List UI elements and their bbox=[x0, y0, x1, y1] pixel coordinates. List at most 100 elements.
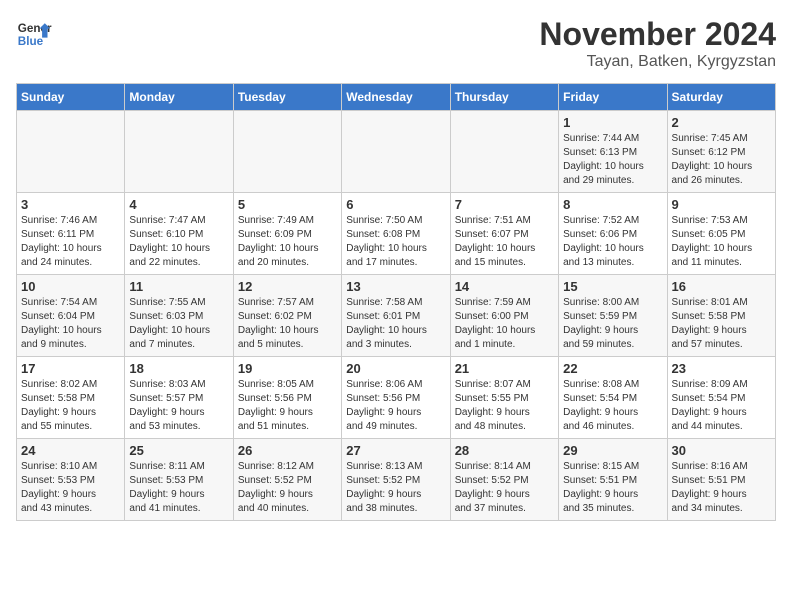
day-number: 16 bbox=[672, 279, 771, 294]
day-info: Sunrise: 7:44 AM Sunset: 6:13 PM Dayligh… bbox=[563, 132, 662, 188]
calendar-cell: 26 Sunrise: 8:12 AM Sunset: 5:52 PM Dayli… bbox=[233, 439, 341, 521]
calendar-cell: 22Sunrise: 8:08 AM Sunset: 5:54 PM Dayli… bbox=[559, 357, 667, 439]
day-number: 23 bbox=[672, 361, 771, 376]
day-info: Sunrise: 8:05 AM Sunset: 5:56 PM Dayligh… bbox=[238, 378, 337, 434]
weekday-header-thursday: Thursday bbox=[450, 84, 558, 111]
day-info: Sunrise: 8:12 AM Sunset: 5:52 PM Dayligh… bbox=[238, 460, 337, 516]
day-number: 22 bbox=[563, 361, 662, 376]
calendar-week-5: 24 Sunrise: 8:10 AM Sunset: 5:53 PM Dayli… bbox=[17, 439, 776, 521]
day-number: 14 bbox=[455, 279, 554, 294]
day-number: 1 bbox=[563, 115, 662, 130]
location: Tayan, Batken, Kyrgyzstan bbox=[539, 53, 776, 71]
title-area: November 2024 Tayan, Batken, Kyrgyzstan bbox=[539, 16, 776, 71]
calendar-cell: 27Sunrise: 8:13 AM Sunset: 5:52 PM Dayli… bbox=[342, 439, 450, 521]
day-info: Sunrise: 7:46 AM Sunset: 6:11 PM Dayligh… bbox=[21, 214, 120, 270]
day-number: 12 bbox=[238, 279, 337, 294]
day-info: Sunrise: 8:01 AM Sunset: 5:58 PM Dayligh… bbox=[672, 296, 771, 352]
calendar-cell: 15Sunrise: 8:00 AM Sunset: 5:59 PM Dayli… bbox=[559, 275, 667, 357]
calendar-cell: 7Sunrise: 7:51 AM Sunset: 6:07 PM Daylig… bbox=[450, 193, 558, 275]
day-info: Sunrise: 7:53 AM Sunset: 6:05 PM Dayligh… bbox=[672, 214, 771, 270]
calendar-cell bbox=[233, 111, 341, 193]
day-info: Sunrise: 8:13 AM Sunset: 5:52 PM Dayligh… bbox=[346, 460, 445, 516]
day-info: Sunrise: 7:49 AM Sunset: 6:09 PM Dayligh… bbox=[238, 214, 337, 270]
day-number: 8 bbox=[563, 197, 662, 212]
day-number: 29 bbox=[563, 443, 662, 458]
day-info: Sunrise: 8:03 AM Sunset: 5:57 PM Dayligh… bbox=[129, 378, 228, 434]
day-info: Sunrise: 7:54 AM Sunset: 6:04 PM Dayligh… bbox=[21, 296, 120, 352]
day-number: 13 bbox=[346, 279, 445, 294]
day-number: 2 bbox=[672, 115, 771, 130]
day-info: Sunrise: 8:15 AM Sunset: 5:51 PM Dayligh… bbox=[563, 460, 662, 516]
weekday-header-friday: Friday bbox=[559, 84, 667, 111]
day-number: 7 bbox=[455, 197, 554, 212]
day-number: 19 bbox=[238, 361, 337, 376]
day-info: Sunrise: 8:10 AM Sunset: 5:53 PM Dayligh… bbox=[21, 460, 120, 516]
calendar-cell bbox=[450, 111, 558, 193]
calendar-cell: 17 Sunrise: 8:02 AM Sunset: 5:58 PM Dayli… bbox=[17, 357, 125, 439]
day-info: Sunrise: 8:02 AM Sunset: 5:58 PM Dayligh… bbox=[21, 378, 120, 434]
weekday-header-monday: Monday bbox=[125, 84, 233, 111]
calendar-cell: 2 Sunrise: 7:45 AM Sunset: 6:12 PM Daylig… bbox=[667, 111, 775, 193]
day-info: Sunrise: 7:50 AM Sunset: 6:08 PM Dayligh… bbox=[346, 214, 445, 270]
weekday-header-wednesday: Wednesday bbox=[342, 84, 450, 111]
day-number: 26 bbox=[238, 443, 337, 458]
day-info: Sunrise: 8:11 AM Sunset: 5:53 PM Dayligh… bbox=[129, 460, 228, 516]
calendar-cell: 23Sunrise: 8:09 AM Sunset: 5:54 PM Dayli… bbox=[667, 357, 775, 439]
logo-icon: General Blue bbox=[16, 16, 52, 52]
day-number: 25 bbox=[129, 443, 228, 458]
logo: General Blue bbox=[16, 16, 52, 52]
day-info: Sunrise: 7:59 AM Sunset: 6:00 PM Dayligh… bbox=[455, 296, 554, 352]
calendar-cell: 5Sunrise: 7:49 AM Sunset: 6:09 PM Daylig… bbox=[233, 193, 341, 275]
day-number: 11 bbox=[129, 279, 228, 294]
day-number: 15 bbox=[563, 279, 662, 294]
day-info: Sunrise: 8:16 AM Sunset: 5:51 PM Dayligh… bbox=[672, 460, 771, 516]
day-number: 9 bbox=[672, 197, 771, 212]
calendar-cell: 9 Sunrise: 7:53 AM Sunset: 6:05 PM Daylig… bbox=[667, 193, 775, 275]
calendar-cell: 12Sunrise: 7:57 AM Sunset: 6:02 PM Dayli… bbox=[233, 275, 341, 357]
day-info: Sunrise: 7:45 AM Sunset: 6:12 PM Dayligh… bbox=[672, 132, 771, 188]
calendar-cell: 14 Sunrise: 7:59 AM Sunset: 6:00 PM Dayli… bbox=[450, 275, 558, 357]
calendar-cell: 18 Sunrise: 8:03 AM Sunset: 5:57 PM Dayli… bbox=[125, 357, 233, 439]
day-number: 17 bbox=[21, 361, 120, 376]
weekday-header-sunday: Sunday bbox=[17, 84, 125, 111]
weekday-header-tuesday: Tuesday bbox=[233, 84, 341, 111]
calendar-cell: 8 Sunrise: 7:52 AM Sunset: 6:06 PM Daylig… bbox=[559, 193, 667, 275]
calendar-cell: 6 Sunrise: 7:50 AM Sunset: 6:08 PM Daylig… bbox=[342, 193, 450, 275]
calendar-cell: 1 Sunrise: 7:44 AM Sunset: 6:13 PM Daylig… bbox=[559, 111, 667, 193]
day-info: Sunrise: 8:06 AM Sunset: 5:56 PM Dayligh… bbox=[346, 378, 445, 434]
calendar-cell: 24 Sunrise: 8:10 AM Sunset: 5:53 PM Dayli… bbox=[17, 439, 125, 521]
day-number: 6 bbox=[346, 197, 445, 212]
calendar-cell: 21Sunrise: 8:07 AM Sunset: 5:55 PM Dayli… bbox=[450, 357, 558, 439]
day-number: 20 bbox=[346, 361, 445, 376]
svg-text:Blue: Blue bbox=[18, 35, 44, 48]
calendar-cell: 10 Sunrise: 7:54 AM Sunset: 6:04 PM Dayli… bbox=[17, 275, 125, 357]
calendar-cell: 11 Sunrise: 7:55 AM Sunset: 6:03 PM Dayli… bbox=[125, 275, 233, 357]
calendar-cell: 29 Sunrise: 8:15 AM Sunset: 5:51 PM Dayli… bbox=[559, 439, 667, 521]
calendar-body: 1 Sunrise: 7:44 AM Sunset: 6:13 PM Daylig… bbox=[17, 111, 776, 521]
calendar-header: SundayMondayTuesdayWednesdayThursdayFrid… bbox=[17, 84, 776, 111]
day-info: Sunrise: 8:14 AM Sunset: 5:52 PM Dayligh… bbox=[455, 460, 554, 516]
day-info: Sunrise: 7:55 AM Sunset: 6:03 PM Dayligh… bbox=[129, 296, 228, 352]
day-info: Sunrise: 7:52 AM Sunset: 6:06 PM Dayligh… bbox=[563, 214, 662, 270]
calendar-cell: 3 Sunrise: 7:46 AM Sunset: 6:11 PM Daylig… bbox=[17, 193, 125, 275]
calendar-week-1: 1 Sunrise: 7:44 AM Sunset: 6:13 PM Daylig… bbox=[17, 111, 776, 193]
calendar-week-2: 3 Sunrise: 7:46 AM Sunset: 6:11 PM Daylig… bbox=[17, 193, 776, 275]
day-number: 3 bbox=[21, 197, 120, 212]
day-number: 21 bbox=[455, 361, 554, 376]
weekday-header-row: SundayMondayTuesdayWednesdayThursdayFrid… bbox=[17, 84, 776, 111]
calendar-cell: 20 Sunrise: 8:06 AM Sunset: 5:56 PM Dayli… bbox=[342, 357, 450, 439]
day-number: 4 bbox=[129, 197, 228, 212]
header: General Blue November 2024 Tayan, Batken… bbox=[16, 16, 776, 71]
calendar-cell: 13 Sunrise: 7:58 AM Sunset: 6:01 PM Dayli… bbox=[342, 275, 450, 357]
calendar-week-3: 10 Sunrise: 7:54 AM Sunset: 6:04 PM Dayli… bbox=[17, 275, 776, 357]
day-info: Sunrise: 7:58 AM Sunset: 6:01 PM Dayligh… bbox=[346, 296, 445, 352]
day-number: 30 bbox=[672, 443, 771, 458]
calendar-cell: 19 Sunrise: 8:05 AM Sunset: 5:56 PM Dayli… bbox=[233, 357, 341, 439]
day-number: 24 bbox=[21, 443, 120, 458]
calendar-cell: 30 Sunrise: 8:16 AM Sunset: 5:51 PM Dayli… bbox=[667, 439, 775, 521]
day-number: 28 bbox=[455, 443, 554, 458]
calendar-cell: 25 Sunrise: 8:11 AM Sunset: 5:53 PM Dayli… bbox=[125, 439, 233, 521]
month-year: November 2024 bbox=[539, 16, 776, 53]
day-number: 18 bbox=[129, 361, 228, 376]
day-number: 10 bbox=[21, 279, 120, 294]
